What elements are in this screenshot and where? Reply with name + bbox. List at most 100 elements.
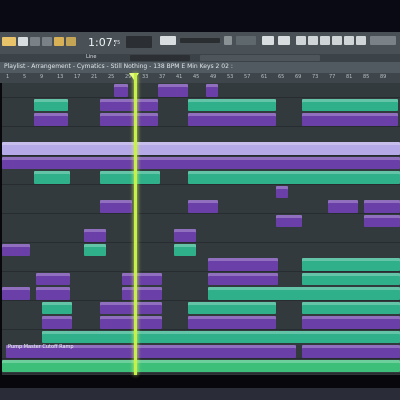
- playlist-track[interactable]: [2, 126, 400, 142]
- mixer-button[interactable]: [296, 36, 306, 45]
- pattern-clip[interactable]: [42, 316, 72, 329]
- ruler-tick: 45: [193, 74, 200, 80]
- pattern-clip[interactable]: [34, 98, 68, 111]
- pattern-clip[interactable]: [208, 272, 278, 285]
- playlist-track[interactable]: [2, 83, 400, 98]
- pattern-clip[interactable]: [174, 229, 196, 242]
- ruler-tick: 13: [57, 74, 64, 80]
- pattern-clip[interactable]: [276, 214, 302, 227]
- playlist-track[interactable]: [2, 228, 400, 243]
- record-button[interactable]: [54, 37, 64, 46]
- ruler-tick: 77: [329, 74, 336, 80]
- pattern-clip[interactable]: [302, 316, 400, 329]
- song-position-fraction: 75: [114, 40, 121, 46]
- pattern-clip[interactable]: [100, 316, 162, 329]
- plugin-picker-button[interactable]: [356, 36, 366, 45]
- channel-rack-button[interactable]: [308, 36, 318, 45]
- automation-clip-label: Pump Master Cutoff Ramp: [8, 344, 74, 350]
- ruler-tick: 85: [363, 74, 370, 80]
- pattern-clip[interactable]: [2, 156, 400, 169]
- pattern-clip[interactable]: [302, 272, 400, 285]
- undo-button[interactable]: [262, 36, 274, 45]
- pattern-clip[interactable]: [328, 200, 358, 213]
- pattern-clip[interactable]: [114, 84, 128, 97]
- pattern-clip[interactable]: [100, 200, 132, 213]
- pattern-clip[interactable]: [302, 345, 400, 358]
- pattern-clip[interactable]: [42, 301, 72, 314]
- playlist-track[interactable]: [2, 213, 400, 229]
- playlist-grid[interactable]: [2, 83, 400, 375]
- ruler-tick: 69: [295, 74, 302, 80]
- pattern-clip[interactable]: [42, 330, 400, 343]
- pattern-clip[interactable]: [188, 98, 276, 111]
- wave-monitor: [126, 36, 152, 48]
- playlist-button[interactable]: [344, 36, 354, 45]
- pattern-clip[interactable]: [276, 185, 288, 198]
- master-volume-slider[interactable]: [180, 38, 220, 43]
- piano-roll-button[interactable]: [320, 36, 330, 45]
- ruler-tick: 21: [91, 74, 98, 80]
- ruler-tick: 33: [142, 74, 149, 80]
- pattern-clip[interactable]: [100, 113, 158, 126]
- pattern-clip[interactable]: [84, 229, 106, 242]
- pattern-clip[interactable]: [84, 243, 106, 256]
- ruler-tick: 65: [278, 74, 285, 80]
- pattern-clip[interactable]: [302, 113, 398, 126]
- monitor-bezel-bottom: [0, 388, 400, 400]
- timeline-ruler[interactable]: 1 5 9 13 17 21 25 29 33 37 41 45 49 53 57 61 65 69 73 77 81 8…: [0, 73, 400, 83]
- secondary-toolbar: Line: [0, 54, 400, 62]
- ruler-tick: 73: [312, 74, 319, 80]
- playlist-track[interactable]: [2, 184, 400, 200]
- menu-button[interactable]: [2, 37, 16, 46]
- stop-button[interactable]: [42, 37, 52, 46]
- pattern-clip[interactable]: [302, 98, 398, 111]
- ruler-tick: 61: [261, 74, 268, 80]
- pattern-clip[interactable]: [302, 258, 400, 271]
- pattern-clip[interactable]: [2, 142, 400, 155]
- pattern-clip[interactable]: [36, 287, 70, 300]
- ruler-tick: 5: [23, 74, 27, 80]
- pattern-clip[interactable]: [188, 113, 276, 126]
- pattern-clip[interactable]: [122, 272, 162, 285]
- monitor-bezel-top: [0, 0, 400, 32]
- pattern-clip[interactable]: [206, 84, 218, 97]
- browser-button[interactable]: [332, 36, 342, 45]
- snap-select[interactable]: Line: [86, 54, 96, 60]
- snap-button[interactable]: [160, 36, 176, 45]
- pattern-clip[interactable]: [2, 359, 400, 372]
- pattern-clip[interactable]: [100, 301, 162, 314]
- pattern-clip[interactable]: [100, 171, 160, 184]
- pattern-clip[interactable]: [34, 113, 68, 126]
- pattern-clip[interactable]: [36, 272, 70, 285]
- playhead-line[interactable]: [134, 73, 137, 375]
- pattern-clip[interactable]: [2, 243, 30, 256]
- pattern-clip[interactable]: [188, 171, 400, 184]
- pattern-clip[interactable]: [122, 287, 162, 300]
- pattern-song-toggle[interactable]: [18, 37, 28, 46]
- redo-button[interactable]: [278, 36, 290, 45]
- pattern-clip[interactable]: [158, 84, 188, 97]
- ruler-tick: 81: [346, 74, 353, 80]
- output-meter: [370, 36, 396, 45]
- ruler-tick: 37: [159, 74, 166, 80]
- pattern-clip[interactable]: [208, 258, 278, 271]
- pattern-clip[interactable]: [302, 301, 400, 314]
- pattern-clip[interactable]: [188, 316, 276, 329]
- ruler-tick: 53: [227, 74, 234, 80]
- pattern-clip[interactable]: [364, 200, 400, 213]
- pattern-clip[interactable]: [100, 98, 158, 111]
- play-button[interactable]: [30, 37, 40, 46]
- pattern-clip[interactable]: [174, 243, 196, 256]
- main-toolbar: 1:07: 75: [0, 32, 400, 54]
- ruler-tick: 49: [210, 74, 217, 80]
- pattern-clip[interactable]: [2, 287, 30, 300]
- pattern-selector[interactable]: [130, 55, 190, 61]
- pattern-clip[interactable]: [364, 214, 400, 227]
- tempo-display[interactable]: [236, 36, 256, 45]
- pattern-clip[interactable]: [34, 171, 70, 184]
- playlist-track[interactable]: [2, 242, 400, 258]
- pattern-clip[interactable]: [208, 287, 400, 300]
- metronome-button[interactable]: [66, 37, 76, 46]
- pattern-clip[interactable]: [188, 200, 218, 213]
- pattern-clip[interactable]: [188, 301, 276, 314]
